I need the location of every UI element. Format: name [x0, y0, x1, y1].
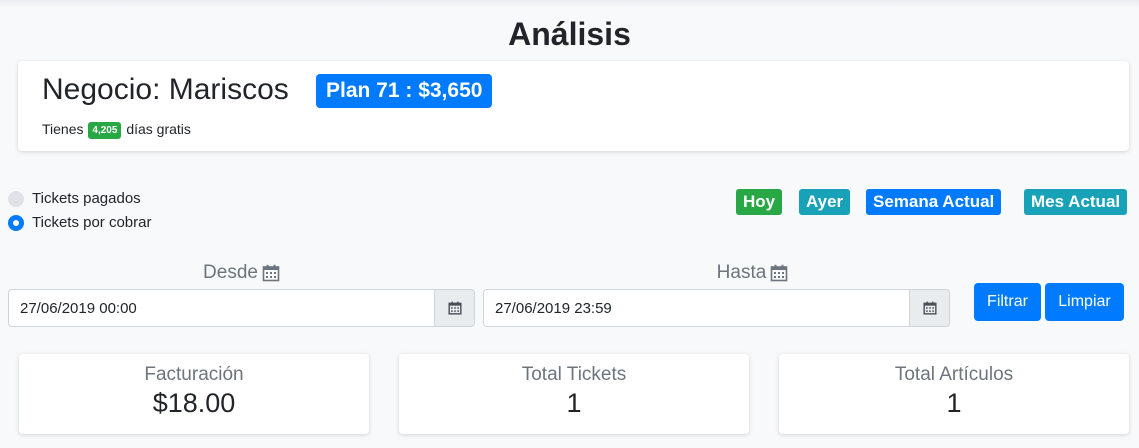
- hasta-calendar-button[interactable]: [909, 289, 950, 327]
- mes-actual-button[interactable]: Mes Actual: [1024, 189, 1128, 215]
- calendar-icon: [447, 301, 462, 315]
- page-title: Análisis: [508, 16, 631, 52]
- stat-card-total-articulos: Total Artículos 1: [779, 354, 1129, 434]
- free-days-prefix: Tienes: [42, 121, 84, 137]
- radio-tickets-por-cobrar[interactable]: Tickets por cobrar: [8, 214, 151, 231]
- stat-label: Facturación: [144, 364, 244, 385]
- ayer-button[interactable]: Ayer: [799, 189, 851, 215]
- hasta-label: Hasta: [483, 262, 1022, 284]
- stat-label: Total Tickets: [521, 364, 627, 385]
- top-shadow: [0, 0, 1139, 8]
- calendar-icon: [262, 264, 280, 282]
- desde-date-input[interactable]: [8, 289, 434, 327]
- calendar-icon: [771, 264, 788, 282]
- stat-value: $18.00: [152, 388, 236, 418]
- radio-label: Tickets pagados: [32, 190, 141, 207]
- hoy-button[interactable]: Hoy: [736, 189, 783, 215]
- free-days-line: Tienes 4,205 días gratis: [42, 121, 191, 139]
- semana-actual-button[interactable]: Semana Actual: [866, 189, 1002, 215]
- limpiar-button[interactable]: Limpiar: [1045, 283, 1124, 321]
- stat-value: 1: [566, 388, 582, 418]
- desde-date-group: [8, 289, 475, 327]
- desde-label: Desde: [8, 262, 475, 284]
- free-days-badge: 4,205: [88, 122, 122, 139]
- radio-label: Tickets por cobrar: [32, 214, 152, 231]
- radio-checked-icon[interactable]: [8, 214, 24, 231]
- hasta-date-group: [483, 289, 950, 327]
- business-card: Negocio: Mariscos Plan 71 : $3,650 Tiene…: [18, 61, 1129, 151]
- business-name: Negocio: Mariscos: [42, 73, 289, 106]
- desde-text: Desde: [203, 262, 258, 283]
- plan-badge: Plan 71 : $3,650: [316, 74, 493, 108]
- stat-card-total-tickets: Total Tickets 1: [399, 354, 749, 434]
- calendar-icon: [922, 301, 937, 315]
- hasta-date-input[interactable]: [483, 289, 909, 327]
- filtrar-button[interactable]: Filtrar: [974, 283, 1041, 321]
- stat-label: Total Artículos: [894, 364, 1014, 385]
- radio-tickets-pagados[interactable]: Tickets pagados: [8, 190, 141, 207]
- stat-value: 1: [946, 388, 962, 418]
- desde-calendar-button[interactable]: [434, 289, 475, 327]
- free-days-suffix: días gratis: [126, 121, 191, 137]
- hasta-text: Hasta: [716, 262, 767, 283]
- radio-unchecked-icon[interactable]: [8, 190, 24, 207]
- stat-card-facturacion: Facturación $18.00: [19, 354, 369, 434]
